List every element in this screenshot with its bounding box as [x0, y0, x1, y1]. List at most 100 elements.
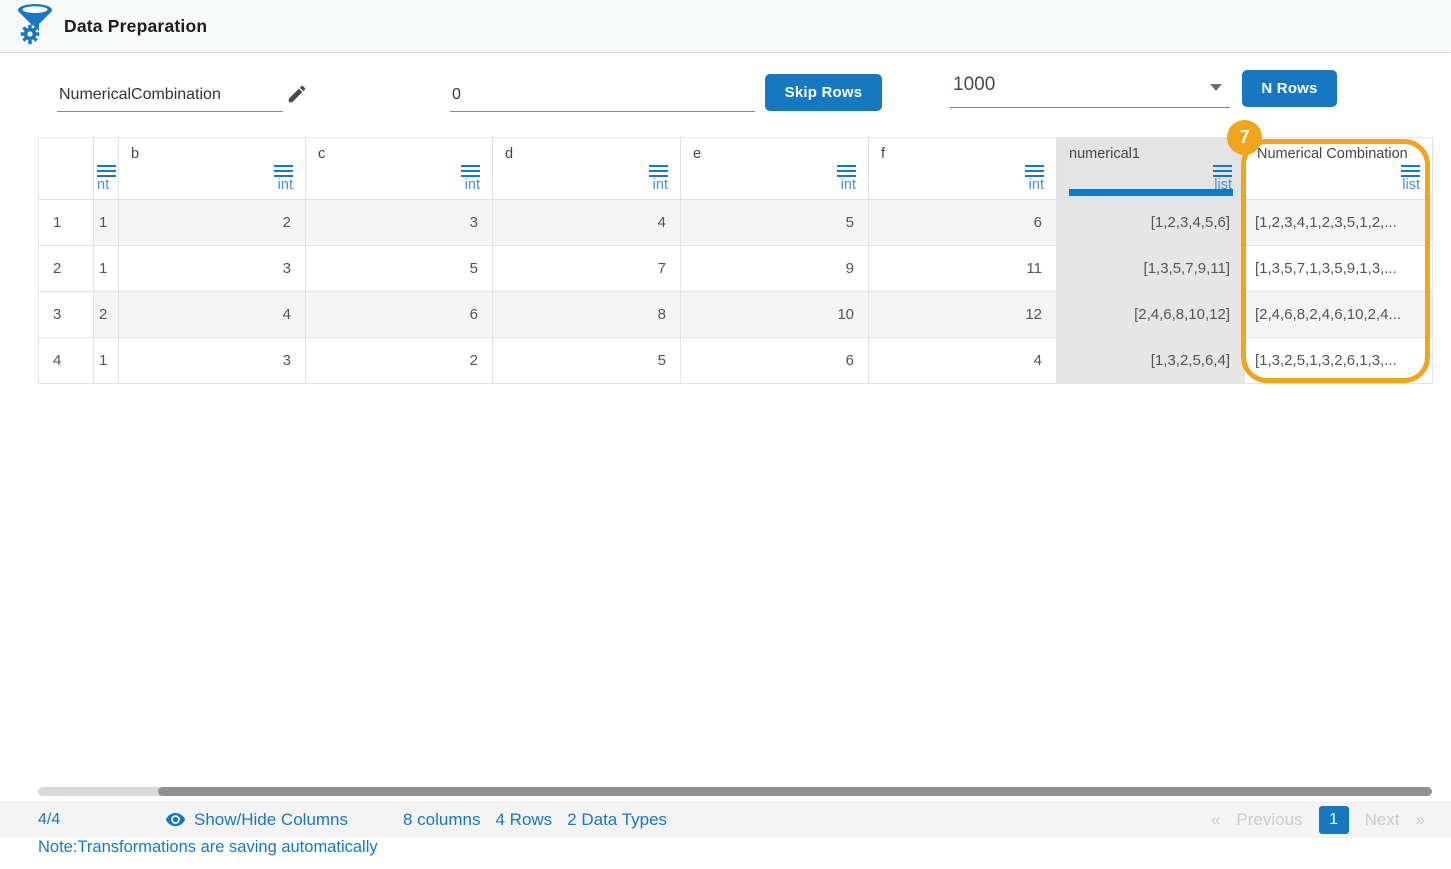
cell: [1,3,5,7,1,3,5,9,1,3,...	[1245, 246, 1433, 291]
show-hide-columns-label: Show/Hide Columns	[194, 809, 349, 829]
eye-icon	[165, 809, 186, 830]
n-rows-selected-value: 1000	[953, 74, 996, 95]
cell: 2	[119, 200, 306, 245]
scrollbar-thumb[interactable]	[158, 787, 1432, 796]
selected-column-indicator	[1069, 189, 1233, 196]
column-header-e[interactable]: e int	[681, 138, 869, 199]
column-type-label: nt	[97, 177, 110, 193]
cell: 8	[493, 292, 681, 337]
cell: [2,4,6,8,10,12]	[1057, 292, 1245, 337]
cell: 3	[119, 338, 306, 383]
cell: 10	[681, 292, 869, 337]
column-type-label: int	[277, 177, 293, 193]
column-name: numerical1	[1069, 146, 1140, 162]
cell: [1,3,2,5,1,3,2,6,1,3,...	[1245, 338, 1433, 383]
cell: [1,3,5,7,9,11]	[1057, 246, 1245, 291]
cell: [1,2,3,4,5,6]	[1057, 200, 1245, 245]
show-hide-columns-button[interactable]: Show/Hide Columns	[165, 809, 348, 830]
rows-fraction-label: 4/4	[38, 810, 61, 828]
table-row: 4 1 3 2 5 6 4 [1,3,2,5,6,4] [1,3,2,5,1,3…	[39, 338, 1433, 384]
table-row: 2 1 3 5 7 9 11 [1,3,5,7,9,11] [1,3,5,7,1…	[39, 246, 1433, 292]
edit-column-name-button[interactable]	[284, 82, 310, 108]
cell: 6	[306, 292, 493, 337]
cell: 5	[681, 200, 869, 245]
previous-page-button[interactable]: Previous	[1236, 810, 1302, 830]
current-page-indicator[interactable]: 1	[1318, 805, 1349, 834]
pagination: « Previous 1 Next »	[1211, 805, 1425, 834]
cell: 7	[493, 246, 681, 291]
cell: [1,2,3,4,1,2,3,5,1,2,...	[1245, 200, 1433, 245]
data-preparation-app: Data Preparation Skip Rows 1000 N Rows n…	[0, 0, 1451, 869]
column-name: Numerical Combination	[1257, 146, 1408, 162]
cell: 4	[869, 338, 1057, 383]
cell: 6	[869, 200, 1057, 245]
column-menu-icon[interactable]	[1213, 165, 1232, 177]
last-page-button[interactable]: »	[1416, 810, 1425, 830]
column-type-label: int	[652, 177, 668, 193]
app-header: Data Preparation	[0, 0, 1451, 53]
column-type-label: list	[1402, 177, 1420, 193]
column-menu-icon[interactable]	[461, 165, 480, 177]
pencil-icon	[286, 85, 308, 108]
column-menu-icon[interactable]	[1401, 165, 1420, 177]
table-footer: 4/4 Show/Hide Columns 8 columns 4 Rows 2…	[0, 801, 1451, 838]
next-page-button[interactable]: Next	[1365, 810, 1400, 830]
column-name-input[interactable]	[57, 78, 283, 112]
column-name: c	[318, 146, 326, 162]
row-index-cell: 3	[39, 292, 94, 337]
cell: 9	[681, 246, 869, 291]
cell: 6	[681, 338, 869, 383]
cell: 4	[493, 200, 681, 245]
column-header-numerical1[interactable]: numerical1 list	[1057, 138, 1245, 199]
column-menu-icon[interactable]	[837, 165, 856, 177]
skip-rows-input[interactable]	[450, 78, 755, 112]
cell: 4	[119, 292, 306, 337]
cell: 2	[94, 292, 119, 337]
row-index-cell: 2	[39, 246, 94, 291]
column-header-c[interactable]: c int	[306, 138, 493, 199]
cell: 1	[94, 338, 119, 383]
column-name: e	[693, 146, 702, 162]
row-index-cell: 1	[39, 200, 94, 245]
table-row: 3 2 4 6 8 10 12 [2,4,6,8,10,12] [2,4,6,8…	[39, 292, 1433, 338]
cell: 3	[306, 200, 493, 245]
column-name: d	[505, 146, 514, 162]
autosave-note: Note:Transformations are saving automati…	[38, 838, 378, 856]
cell: 2	[306, 338, 493, 383]
cell: 3	[119, 246, 306, 291]
column-type-label: int	[840, 177, 856, 193]
column-header-numerical-combination[interactable]: Numerical Combination list	[1245, 138, 1433, 199]
rows-count-label: 4 Rows	[495, 809, 553, 829]
column-name: f	[881, 146, 886, 162]
n-rows-select[interactable]: 1000	[950, 68, 1230, 108]
cell: 5	[306, 246, 493, 291]
funnel-gear-logo-icon	[16, 3, 54, 50]
column-header-a-partial[interactable]: nt	[94, 138, 119, 199]
column-menu-icon[interactable]	[1025, 165, 1044, 177]
columns-count-label: 8 columns	[403, 809, 481, 829]
page-title: Data Preparation	[64, 15, 208, 36]
cell: 1	[94, 246, 119, 291]
column-header-b[interactable]: b int	[119, 138, 306, 199]
chevron-down-icon	[1210, 84, 1222, 91]
n-rows-button[interactable]: N Rows	[1242, 70, 1337, 107]
cell: [2,4,6,8,2,4,6,10,2,4...	[1245, 292, 1433, 337]
table-row: 1 1 2 3 4 5 6 [1,2,3,4,5,6] [1,2,3,4,1,2…	[39, 200, 1433, 246]
column-menu-icon[interactable]	[649, 165, 668, 177]
index-column-header	[39, 138, 94, 199]
column-header-f[interactable]: f int	[869, 138, 1057, 199]
cell: [1,3,2,5,6,4]	[1057, 338, 1245, 383]
first-page-button[interactable]: «	[1211, 810, 1220, 830]
data-types-count-label: 2 Data Types	[567, 809, 668, 829]
column-header-d[interactable]: d int	[493, 138, 681, 199]
table-summary: 8 columns 4 Rows 2 Data Types	[403, 810, 667, 830]
column-menu-icon[interactable]	[97, 165, 116, 177]
skip-rows-button[interactable]: Skip Rows	[765, 74, 882, 111]
horizontal-scrollbar[interactable]	[38, 787, 1432, 796]
column-type-label: int	[464, 177, 480, 193]
column-type-label: int	[1028, 177, 1044, 193]
data-table: nt b int c int d int e int f int numeric…	[38, 137, 1433, 384]
column-menu-icon[interactable]	[274, 165, 293, 177]
cell: 5	[493, 338, 681, 383]
cell: 1	[94, 200, 119, 245]
